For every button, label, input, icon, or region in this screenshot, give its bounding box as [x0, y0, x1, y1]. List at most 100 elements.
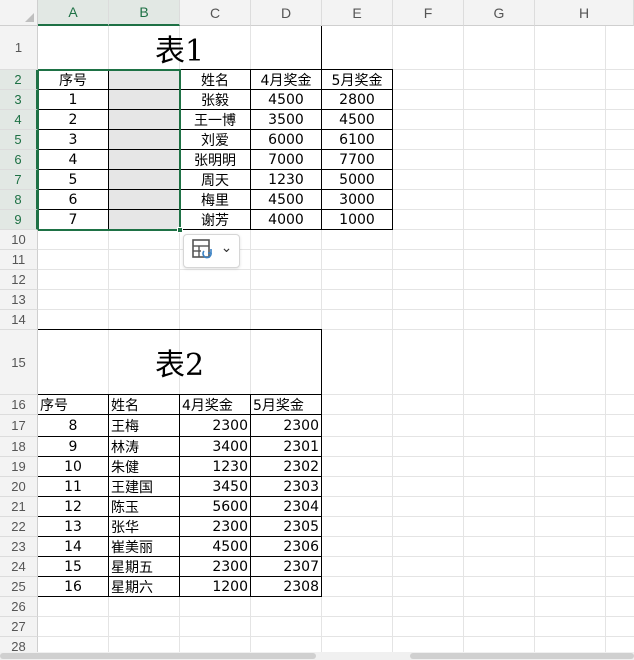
table1-cell[interactable]: 7000	[251, 150, 321, 169]
table2-cell[interactable]: 2306	[251, 537, 321, 556]
table2-cell[interactable]: 2300	[180, 517, 250, 536]
table1-cell[interactable]: 1230	[251, 170, 321, 189]
table1-cell[interactable]: 王一博	[180, 110, 250, 129]
column-header-f[interactable]: F	[393, 0, 464, 26]
row-header-19[interactable]: 19	[0, 457, 38, 477]
table2-cell[interactable]: 崔美丽	[109, 537, 179, 556]
table2-cell[interactable]: 16	[38, 577, 108, 596]
row-header-26[interactable]: 26	[0, 597, 38, 617]
table2-cell[interactable]: 13	[38, 517, 108, 536]
table2-cell[interactable]: 11	[38, 477, 108, 496]
row-header-14[interactable]: 14	[0, 310, 38, 330]
table1-cell[interactable]: 6100	[322, 130, 392, 149]
table2-cell[interactable]: 张华	[109, 517, 179, 536]
table2-cell[interactable]: 2307	[251, 557, 321, 576]
table2-cell[interactable]: 2300	[180, 415, 250, 436]
table2-cell[interactable]: 8	[38, 415, 108, 436]
table2-cell[interactable]: 10	[38, 457, 108, 476]
table2-header-cell[interactable]: 序号	[38, 395, 108, 414]
table1-cell[interactable]: 4500	[322, 110, 392, 129]
table1-cell[interactable]: 刘爱	[180, 130, 250, 149]
table1-cell[interactable]: 3500	[251, 110, 321, 129]
row-header-17[interactable]: 17	[0, 415, 38, 437]
select-all-corner[interactable]	[0, 0, 38, 26]
table1-cell[interactable]: 4500	[251, 190, 321, 209]
row-header-2[interactable]: 2	[0, 70, 38, 90]
table2-cell[interactable]: 星期六	[109, 577, 179, 596]
row-header-12[interactable]: 12	[0, 270, 38, 290]
row-header-18[interactable]: 18	[0, 437, 38, 457]
row-header-5[interactable]: 5	[0, 130, 38, 150]
row-header-16[interactable]: 16	[0, 395, 38, 415]
table2-cell[interactable]: 2303	[251, 477, 321, 496]
table2-cell[interactable]: 2304	[251, 497, 321, 516]
table2-cell[interactable]: 2301	[251, 437, 321, 456]
row-header-22[interactable]: 22	[0, 517, 38, 537]
row-header-27[interactable]: 27	[0, 617, 38, 637]
table2-cell[interactable]: 14	[38, 537, 108, 556]
row-header-21[interactable]: 21	[0, 497, 38, 517]
column-header-h[interactable]: H	[535, 0, 634, 26]
table1-cell[interactable]: 张明明	[180, 150, 250, 169]
table1-cell[interactable]: 3000	[322, 190, 392, 209]
table2-cell[interactable]: 9	[38, 437, 108, 456]
table2-cell[interactable]: 2308	[251, 577, 321, 596]
row-header-4[interactable]: 4	[0, 110, 38, 130]
row-header-1[interactable]: 1	[0, 26, 38, 70]
row-header-15[interactable]: 15	[0, 330, 38, 395]
row-header-25[interactable]: 25	[0, 577, 38, 597]
table2-header-cell[interactable]: 5月奖金	[251, 395, 321, 414]
table2-cell[interactable]: 1230	[180, 457, 250, 476]
table2-cell[interactable]: 4500	[180, 537, 250, 556]
column-header-a[interactable]: A	[38, 0, 109, 26]
row-header-23[interactable]: 23	[0, 537, 38, 557]
row-header-24[interactable]: 24	[0, 557, 38, 577]
row-header-13[interactable]: 13	[0, 290, 38, 310]
table2-cell[interactable]: 林涛	[109, 437, 179, 456]
table1-cell[interactable]: 7700	[322, 150, 392, 169]
table2-cell[interactable]: 朱健	[109, 457, 179, 476]
table1-cell[interactable]: 1000	[322, 210, 392, 229]
table2-cell[interactable]: 王梅	[109, 415, 179, 436]
row-header-9[interactable]: 9	[0, 210, 38, 230]
table2-cell[interactable]: 2302	[251, 457, 321, 476]
table1-header-cell[interactable]: 5月奖金	[322, 70, 392, 89]
table2-cell[interactable]: 15	[38, 557, 108, 576]
table2-cell[interactable]: 3450	[180, 477, 250, 496]
row-header-10[interactable]: 10	[0, 230, 38, 250]
table1-cell[interactable]: 张毅	[180, 90, 250, 109]
table1-cell[interactable]: 4500	[251, 90, 321, 109]
column-header-b[interactable]: B	[109, 0, 180, 26]
table2-cell[interactable]: 2300	[251, 415, 321, 436]
table1-cell[interactable]: 5000	[322, 170, 392, 189]
table2-cell[interactable]: 5600	[180, 497, 250, 516]
row-header-8[interactable]: 8	[0, 190, 38, 210]
table1-cell[interactable]: 周天	[180, 170, 250, 189]
scrollbar-thumb[interactable]	[0, 653, 316, 659]
table1-cell[interactable]: 6000	[251, 130, 321, 149]
table1-cell[interactable]: 梅里	[180, 190, 250, 209]
row-header-11[interactable]: 11	[0, 250, 38, 270]
column-header-d[interactable]: D	[251, 0, 322, 26]
table2-cell[interactable]: 陈玉	[109, 497, 179, 516]
table1-header-cell[interactable]: 4月奖金	[251, 70, 321, 89]
column-header-c[interactable]: C	[180, 0, 251, 26]
table2-cell[interactable]: 12	[38, 497, 108, 516]
row-header-3[interactable]: 3	[0, 90, 38, 110]
table2-cell[interactable]: 王建国	[109, 477, 179, 496]
table1-cell[interactable]: 4000	[251, 210, 321, 229]
row-header-6[interactable]: 6	[0, 150, 38, 170]
table2-cell[interactable]: 3400	[180, 437, 250, 456]
scrollbar-thumb-right[interactable]	[410, 653, 634, 659]
table1-header-cell[interactable]: 姓名	[180, 70, 250, 89]
paste-options-button[interactable]: ⌄	[183, 234, 240, 268]
table2-cell[interactable]: 星期五	[109, 557, 179, 576]
table2-cell[interactable]: 1200	[180, 577, 250, 596]
table1-cell[interactable]: 谢芳	[180, 210, 250, 229]
column-header-e[interactable]: E	[322, 0, 393, 26]
table1-cell[interactable]: 2800	[322, 90, 392, 109]
table2-cell[interactable]: 2300	[180, 557, 250, 576]
column-header-g[interactable]: G	[464, 0, 535, 26]
table2-cell[interactable]: 2305	[251, 517, 321, 536]
row-header-20[interactable]: 20	[0, 477, 38, 497]
